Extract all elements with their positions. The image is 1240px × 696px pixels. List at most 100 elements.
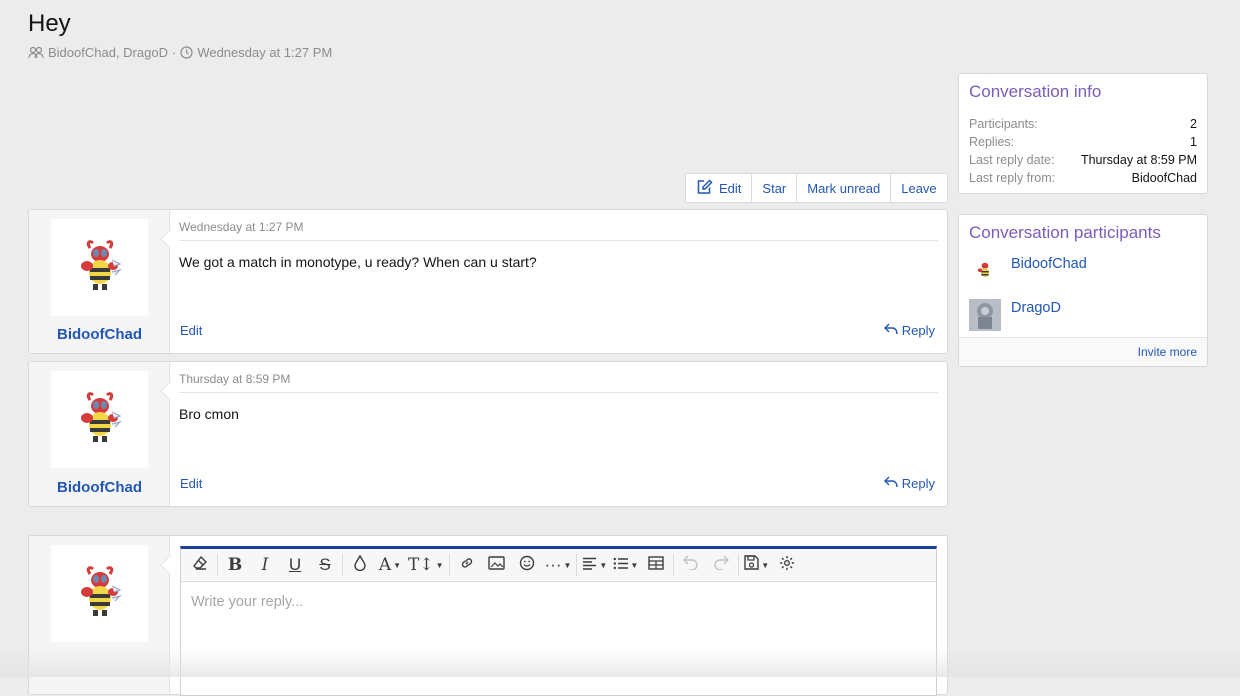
gear-icon	[779, 555, 795, 576]
participants-icon	[28, 46, 44, 59]
toolbar-separator	[738, 554, 740, 576]
avatar[interactable]	[969, 255, 1001, 287]
info-value: 2	[1190, 117, 1197, 131]
font-icon: A	[378, 555, 392, 575]
info-row-last-reply-from: Last reply from: BidoofChad	[969, 171, 1197, 185]
ellipsis-icon: ···	[544, 555, 562, 574]
participants-title: Conversation participants	[969, 223, 1161, 242]
italic-icon: I	[261, 555, 269, 575]
reply-user-column	[29, 536, 170, 694]
save-icon	[744, 555, 759, 575]
edit-conversation-button[interactable]: Edit	[686, 174, 753, 202]
editor-settings-button[interactable]	[772, 552, 802, 578]
message-body: We got a match in monotype, u ready? Whe…	[179, 254, 537, 270]
info-label: Last reply date:	[969, 153, 1055, 167]
insert-image-button[interactable]	[482, 552, 512, 578]
edit-icon	[696, 178, 713, 198]
chevron-down-icon: ▼	[563, 560, 572, 570]
italic-button[interactable]: I	[250, 552, 280, 578]
chevron-down-icon: ▼	[435, 560, 444, 570]
edit-message-link[interactable]: Edit	[180, 323, 202, 338]
message: BidoofChad Wednesday at 1:27 PM We got a…	[28, 209, 948, 354]
participant-name[interactable]: DragoD	[1011, 300, 1061, 316]
reply-icon	[883, 323, 898, 338]
avatar[interactable]	[51, 219, 148, 316]
avatar[interactable]	[51, 371, 148, 468]
chevron-down-icon: ▼	[393, 560, 402, 570]
clock-icon	[180, 46, 193, 59]
message-date[interactable]: Wednesday at 1:27 PM	[179, 220, 938, 241]
insert-link-button[interactable]	[452, 552, 482, 578]
rich-text-editor: B I U S A ▼ T↕ ▼ ··· ▼ ▼ ▼ ▼ Write your …	[180, 546, 937, 696]
avatar[interactable]	[51, 545, 148, 642]
reply-label: Reply	[901, 476, 935, 491]
toolbar-separator	[217, 554, 218, 576]
invite-bar: Invite more	[959, 337, 1207, 366]
info-value: 1	[1190, 135, 1197, 149]
underline-icon: U	[288, 555, 302, 574]
text-color-button[interactable]	[345, 552, 375, 578]
strikethrough-button[interactable]: S	[310, 552, 340, 578]
font-family-button[interactable]: A ▼	[375, 552, 405, 578]
avatar[interactable]	[969, 299, 1001, 331]
message: BidoofChad Thursday at 8:59 PM Bro cmon …	[28, 361, 948, 507]
insert-table-button[interactable]	[641, 552, 671, 578]
chevron-down-icon: ▼	[599, 560, 608, 570]
redo-icon	[713, 555, 730, 575]
conversation-info-block: Conversation info Participants: 2 Replie…	[958, 73, 1208, 194]
mark-unread-button[interactable]: Mark unread	[797, 174, 892, 202]
message-user-column: BidoofChad	[29, 362, 170, 506]
list-icon	[613, 555, 629, 575]
info-label: Replies:	[969, 135, 1015, 149]
table-icon	[648, 555, 664, 575]
participant-name[interactable]: BidoofChad	[1011, 256, 1087, 272]
underline-button[interactable]: U	[280, 552, 310, 578]
invite-more-link[interactable]: Invite more	[1138, 345, 1197, 359]
image-icon	[488, 555, 505, 575]
conversation-participants-block: Conversation participants BidoofChad Dra…	[958, 214, 1208, 367]
conversation-start-date: Wednesday at 1:27 PM	[197, 45, 333, 60]
participant-item[interactable]: BidoofChad	[969, 255, 1087, 287]
toolbar-separator	[673, 554, 675, 576]
more-options-button[interactable]: ··· ▼	[542, 552, 575, 578]
undo-icon	[683, 555, 699, 575]
undo-button[interactable]	[676, 552, 706, 578]
info-row-last-reply-date: Last reply date: Thursday at 8:59 PM	[969, 153, 1197, 167]
drafts-button[interactable]: ▼	[741, 552, 772, 578]
info-value: Thursday at 8:59 PM	[1080, 153, 1197, 167]
reply-button[interactable]: Reply	[883, 323, 935, 338]
quick-reply: B I U S A ▼ T↕ ▼ ··· ▼ ▼ ▼ ▼ Write your …	[28, 535, 948, 696]
bold-icon: B	[227, 555, 243, 575]
link-icon	[459, 555, 475, 576]
reply-button[interactable]: Reply	[883, 476, 935, 491]
message-body: Bro cmon	[179, 406, 239, 422]
edit-label: Edit	[719, 180, 742, 196]
chevron-down-icon: ▼	[630, 560, 639, 570]
align-left-icon	[582, 555, 597, 575]
leave-button[interactable]: Leave	[891, 174, 946, 202]
message-username[interactable]: BidoofChad	[29, 479, 170, 496]
participant-item[interactable]: DragoD	[969, 299, 1061, 331]
toolbar-separator	[448, 554, 450, 576]
message-date[interactable]: Thursday at 8:59 PM	[179, 372, 938, 393]
font-size-button[interactable]: T↕ ▼	[405, 552, 447, 578]
insert-smilie-button[interactable]	[512, 552, 542, 578]
reply-input[interactable]: Write your reply...	[181, 582, 936, 622]
info-label: Last reply from:	[969, 171, 1056, 185]
reply-label: Reply	[901, 323, 935, 338]
remove-format-button[interactable]	[185, 552, 215, 578]
star-button[interactable]: Star	[752, 174, 798, 202]
redo-button[interactable]	[706, 552, 736, 578]
toolbar-separator	[576, 554, 578, 576]
page-title: Hey	[28, 10, 71, 37]
align-button[interactable]: ▼	[579, 552, 610, 578]
last-reply-user-link[interactable]: BidoofChad	[1132, 171, 1197, 185]
conversation-info-title: Conversation info	[969, 82, 1102, 101]
bold-button[interactable]: B	[220, 552, 250, 578]
participants-names: BidoofChad, DragoD	[48, 45, 168, 60]
message-username[interactable]: BidoofChad	[29, 326, 170, 343]
list-button[interactable]: ▼	[610, 552, 641, 578]
meta-separator: ·	[171, 45, 177, 60]
eraser-icon	[192, 555, 208, 576]
edit-message-link[interactable]: Edit	[180, 476, 202, 491]
